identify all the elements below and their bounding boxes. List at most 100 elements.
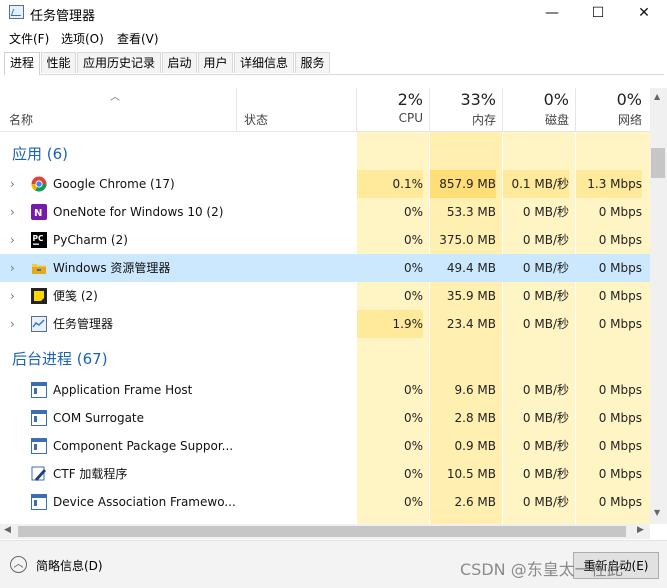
window-icon xyxy=(31,410,47,426)
process-name: 便笺 (2) xyxy=(53,289,98,303)
watermark: CSDN @东皇太一在此 xyxy=(460,560,623,579)
tab-performance[interactable]: 性能 xyxy=(41,52,76,73)
window-icon xyxy=(31,382,47,398)
folder-icon xyxy=(31,260,47,276)
tab-services[interactable]: 服务 xyxy=(295,52,330,73)
cpu-cell: 0% xyxy=(403,205,423,219)
disk-cell: 0 MB/秒 xyxy=(522,495,569,509)
column-header: ︿ 名称 状态 2% CPU 33% 内存 0% 磁盘 0% 网络 xyxy=(0,88,650,132)
onenote-icon: N xyxy=(31,204,47,220)
header-network[interactable]: 网络 xyxy=(618,111,642,128)
menu-file[interactable]: 文件(F) xyxy=(9,30,49,47)
chevron-right-icon[interactable]: › xyxy=(10,198,15,226)
scroll-down-icon[interactable]: ▼ xyxy=(654,508,660,517)
disk-cell: 0 MB/秒 xyxy=(522,383,569,397)
tab-details[interactable]: 详细信息 xyxy=(234,52,294,73)
disk-cell: 0 MB/秒 xyxy=(522,205,569,219)
scroll-up-icon[interactable]: ▲ xyxy=(654,92,660,101)
chevron-right-icon[interactable]: › xyxy=(10,254,15,282)
disk-cell: 0 MB/秒 xyxy=(522,467,569,481)
disk-cell: 0 MB/秒 xyxy=(522,289,569,303)
disk-cell: 0 MB/秒 xyxy=(522,411,569,425)
network-cell: 0 Mbps xyxy=(598,233,642,247)
scroll-left-icon[interactable]: ◀ xyxy=(4,525,11,535)
svg-text:N: N xyxy=(34,208,42,219)
disk-cell: 0 MB/秒 xyxy=(522,439,569,453)
sort-up-icon: ︿ xyxy=(110,92,120,103)
chrome-icon xyxy=(31,176,47,192)
sticky-notes-icon xyxy=(31,288,47,304)
tab-startup[interactable]: 启动 xyxy=(162,52,197,73)
tab-users[interactable]: 用户 xyxy=(198,52,233,73)
fewer-details-link[interactable]: 简略信息(D) xyxy=(36,557,103,574)
window-icon xyxy=(31,438,47,454)
vertical-scroll-thumb[interactable] xyxy=(651,148,665,178)
maximize-button[interactable]: ☐ xyxy=(575,0,621,26)
window-icon xyxy=(31,494,47,510)
process-name: OneNote for Windows 10 (2) xyxy=(53,205,224,219)
cpu-cell: 0% xyxy=(403,439,423,453)
process-row-app-frame-host[interactable]: 0% 9.6 MB 0 MB/秒 0 Mbps Application Fram… xyxy=(0,376,650,404)
header-disk-percent[interactable]: 0% xyxy=(544,90,569,109)
memory-cell: 2.8 MB xyxy=(454,411,496,425)
minimize-button[interactable]: — xyxy=(529,0,575,26)
process-row-pycharm[interactable]: 0% 375.0 MB 0 MB/秒 0 Mbps › PC PyCharm (… xyxy=(0,226,650,254)
memory-cell: 49.4 MB xyxy=(446,261,496,275)
tab-app-history[interactable]: 应用历史记录 xyxy=(77,52,161,73)
memory-cell: 10.5 MB xyxy=(446,467,496,481)
chevron-right-icon[interactable]: › xyxy=(10,170,15,198)
svg-text:PC: PC xyxy=(33,234,44,243)
process-row-onenote[interactable]: 0% 53.3 MB 0 MB/秒 0 Mbps › N OneNote for… xyxy=(0,198,650,226)
header-memory-percent[interactable]: 33% xyxy=(460,90,496,109)
chevron-up-icon[interactable]: ︿ xyxy=(10,556,27,573)
header-memory[interactable]: 内存 xyxy=(472,111,496,128)
menu-options[interactable]: 选项(O) xyxy=(61,30,104,47)
process-list: 应用 (6) 0.1% 857.9 MB 0.1 MB/秒 1.3 Mbps ›… xyxy=(0,132,650,524)
network-cell: 1.3 Mbps xyxy=(576,170,642,198)
scroll-right-icon[interactable]: ▶ xyxy=(637,525,644,535)
memory-cell: 23.4 MB xyxy=(446,317,496,331)
header-disk[interactable]: 磁盘 xyxy=(545,111,569,128)
cpu-cell: 1.9% xyxy=(357,310,423,338)
header-name[interactable]: 名称 xyxy=(9,111,33,128)
network-cell: 0 Mbps xyxy=(598,205,642,219)
close-button[interactable]: ✕ xyxy=(621,0,667,26)
header-network-percent[interactable]: 0% xyxy=(617,90,642,109)
process-row-task-manager[interactable]: 1.9% 23.4 MB 0 MB/秒 0 Mbps › 任务管理器 xyxy=(0,310,650,338)
memory-cell: 35.9 MB xyxy=(446,289,496,303)
chevron-right-icon[interactable]: › xyxy=(10,310,15,338)
process-row-chrome[interactable]: 0.1% 857.9 MB 0.1 MB/秒 1.3 Mbps › Google… xyxy=(0,170,650,198)
title-bar: 任务管理器 — ☐ ✕ xyxy=(0,0,667,26)
process-row-ctf-loader[interactable]: 0% 10.5 MB 0 MB/秒 0 Mbps CTF 加载程序 xyxy=(0,460,650,488)
process-name: Google Chrome (17) xyxy=(53,177,175,191)
cpu-cell: 0% xyxy=(403,383,423,397)
process-name: CTF 加载程序 xyxy=(53,467,128,481)
disk-cell: 0 MB/秒 xyxy=(522,317,569,331)
chevron-right-icon[interactable]: › xyxy=(10,226,15,254)
process-name: PyCharm (2) xyxy=(53,233,128,247)
network-cell: 0 Mbps xyxy=(598,467,642,481)
process-name: Application Frame Host xyxy=(53,383,193,397)
cpu-cell: 0% xyxy=(403,467,423,481)
chevron-right-icon[interactable]: › xyxy=(10,282,15,310)
process-row-device-association[interactable]: 0% 2.6 MB 0 MB/秒 0 Mbps Device Associati… xyxy=(0,488,650,516)
network-cell: 0 Mbps xyxy=(598,289,642,303)
cpu-cell: 0% xyxy=(403,411,423,425)
network-cell: 0 Mbps xyxy=(598,439,642,453)
memory-cell: 0.9 MB xyxy=(454,439,496,453)
cpu-cell: 0% xyxy=(403,289,423,303)
memory-cell: 53.3 MB xyxy=(446,205,496,219)
process-row-component-package[interactable]: 0% 0.9 MB 0 MB/秒 0 Mbps Component Packag… xyxy=(0,432,650,460)
header-status[interactable]: 状态 xyxy=(244,111,268,128)
header-cpu[interactable]: CPU xyxy=(399,111,423,125)
cpu-cell: 0% xyxy=(403,233,423,247)
cpu-cell: 0% xyxy=(403,495,423,509)
process-row-explorer[interactable]: 0% 49.4 MB 0 MB/秒 0 Mbps › Windows 资源管理器 xyxy=(0,254,650,282)
tab-processes[interactable]: 进程 xyxy=(4,52,40,75)
process-row-sticky-notes[interactable]: 0% 35.9 MB 0 MB/秒 0 Mbps › 便笺 (2) xyxy=(0,282,650,310)
process-row-com-surrogate[interactable]: 0% 2.8 MB 0 MB/秒 0 Mbps COM Surrogate xyxy=(0,404,650,432)
menu-view[interactable]: 查看(V) xyxy=(117,30,159,47)
horizontal-scroll-thumb[interactable] xyxy=(18,526,626,537)
network-cell: 0 Mbps xyxy=(598,383,642,397)
header-cpu-percent[interactable]: 2% xyxy=(398,90,423,109)
